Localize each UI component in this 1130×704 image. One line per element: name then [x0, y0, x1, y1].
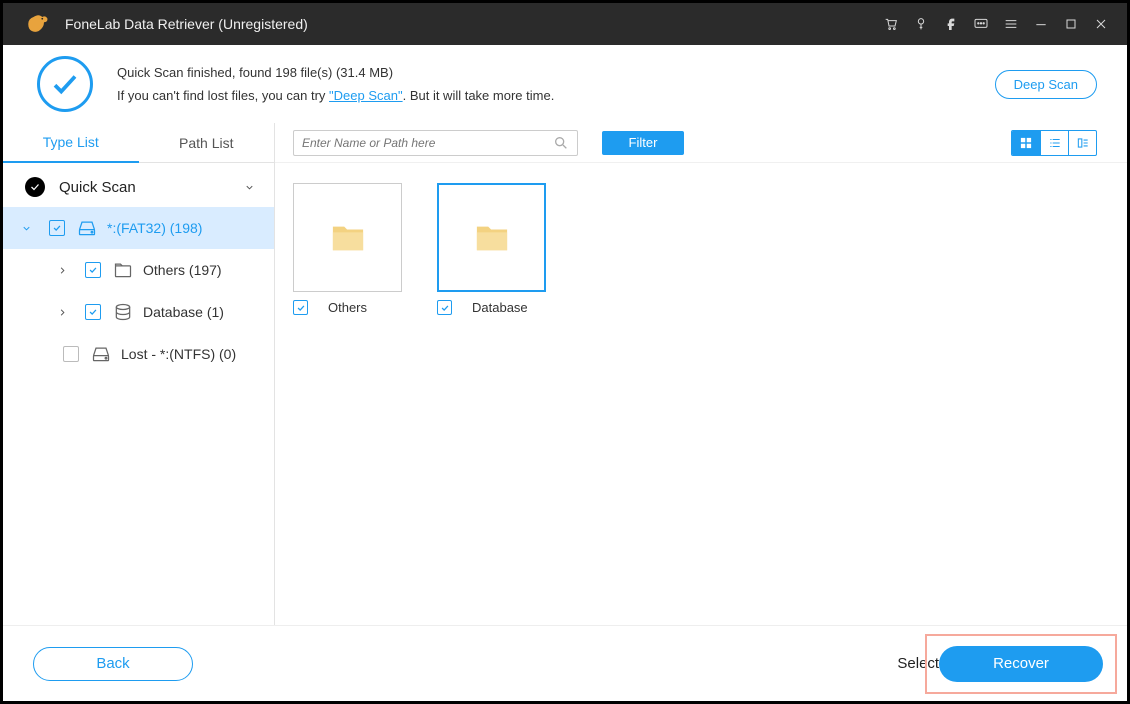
search-input[interactable] — [302, 136, 553, 150]
tab-type-list[interactable]: Type List — [3, 123, 139, 163]
checkbox[interactable] — [293, 300, 308, 315]
tree-item-label: Others (197) — [143, 262, 222, 278]
thumb-label: Others — [328, 300, 367, 315]
thumb-label: Database — [472, 300, 528, 315]
app-logo-icon — [23, 10, 51, 38]
database-icon — [113, 302, 133, 322]
checkmark-circle-icon — [25, 177, 45, 197]
tree-item-database[interactable]: Database (1) — [3, 291, 274, 333]
chevron-down-icon — [17, 223, 35, 234]
checkbox[interactable] — [63, 346, 79, 362]
drive-icon — [77, 218, 97, 238]
tree-item-drive[interactable]: *:(FAT32) (198) — [3, 207, 274, 249]
toolbar: Filter — [275, 123, 1127, 163]
search-box[interactable] — [293, 130, 578, 156]
checkbox[interactable] — [437, 300, 452, 315]
menu-icon[interactable] — [997, 10, 1025, 38]
tree-section-label: Quick Scan — [59, 179, 136, 196]
tree-item-label: Lost - *:(NTFS) (0) — [121, 346, 236, 362]
drive-icon — [91, 344, 111, 364]
footer: Back Selected 198 items/31.4 MB Recover — [3, 625, 1127, 701]
thumb-box[interactable] — [437, 183, 546, 292]
back-button[interactable]: Back — [33, 647, 193, 681]
tree-item-label: Database (1) — [143, 304, 224, 320]
tab-path-list[interactable]: Path List — [139, 123, 275, 163]
filter-button[interactable]: Filter — [602, 131, 684, 155]
content-body: Type List Path List Quick Scan *:(FAT32)… — [3, 123, 1127, 625]
checkbox[interactable] — [85, 304, 101, 320]
recover-highlight: Recover — [925, 634, 1117, 694]
thumb-others[interactable]: Others — [293, 183, 409, 625]
folder-icon — [113, 260, 133, 280]
deep-scan-link[interactable]: "Deep Scan" — [329, 88, 403, 103]
view-grid-icon[interactable] — [1012, 131, 1040, 155]
chevron-right-icon — [53, 307, 71, 318]
tree: Quick Scan *:(FAT32) (198) Others (197) — [3, 163, 274, 375]
scan-hint-text: If you can't find lost files, you can tr… — [117, 84, 554, 107]
view-toggle — [1011, 130, 1097, 156]
tree-section-quick-scan[interactable]: Quick Scan — [3, 167, 274, 207]
feedback-icon[interactable] — [967, 10, 995, 38]
thumb-database[interactable]: Database — [437, 183, 553, 625]
folder-icon — [475, 223, 509, 253]
chevron-right-icon — [53, 265, 71, 276]
minimize-icon[interactable] — [1027, 10, 1055, 38]
key-icon[interactable] — [907, 10, 935, 38]
checkbox[interactable] — [85, 262, 101, 278]
recover-button[interactable]: Recover — [939, 646, 1103, 682]
titlebar: FoneLab Data Retriever (Unregistered) — [3, 3, 1127, 45]
tree-item-lost[interactable]: Lost - *:(NTFS) (0) — [3, 333, 274, 375]
maximize-icon[interactable] — [1057, 10, 1085, 38]
app-title: FoneLab Data Retriever (Unregistered) — [65, 16, 308, 32]
thumb-box[interactable] — [293, 183, 402, 292]
scan-status-text: Quick Scan finished, found 198 file(s) (… — [117, 61, 554, 84]
checkbox[interactable] — [49, 220, 65, 236]
tree-item-label: *:(FAT32) (198) — [107, 220, 202, 236]
cart-icon[interactable] — [877, 10, 905, 38]
thumbnails: Others Database — [275, 163, 1127, 625]
scan-summary: Quick Scan finished, found 198 file(s) (… — [3, 45, 1127, 123]
facebook-icon[interactable] — [937, 10, 965, 38]
sidebar: Type List Path List Quick Scan *:(FAT32)… — [3, 123, 275, 625]
deep-scan-button[interactable]: Deep Scan — [995, 70, 1097, 99]
view-detail-icon[interactable] — [1068, 131, 1096, 155]
folder-icon — [331, 223, 365, 253]
scan-complete-icon — [37, 56, 93, 112]
app-window: FoneLab Data Retriever (Unregistered) Qu… — [0, 0, 1130, 704]
tree-item-others[interactable]: Others (197) — [3, 249, 274, 291]
close-icon[interactable] — [1087, 10, 1115, 38]
chevron-down-icon — [240, 178, 258, 196]
main-panel: Filter Others — [275, 123, 1127, 625]
view-list-icon[interactable] — [1040, 131, 1068, 155]
search-icon — [553, 135, 569, 151]
